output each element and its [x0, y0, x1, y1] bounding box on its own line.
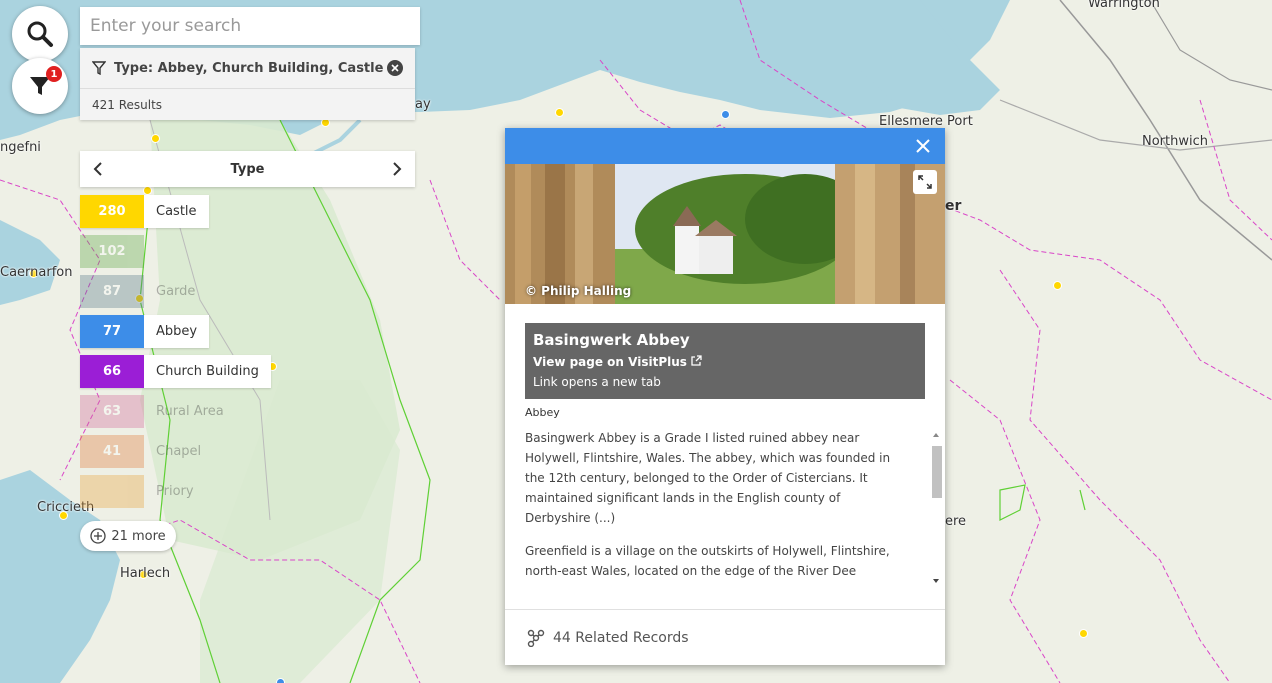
expand-icon	[918, 175, 932, 189]
link-note: Link opens a new tab	[533, 375, 661, 389]
place-label: ay	[415, 97, 431, 112]
more-types-button[interactable]: 21 more	[80, 521, 176, 551]
map-marker[interactable]	[555, 108, 564, 117]
place-label: Warrington	[1088, 0, 1160, 11]
scroll-down-icon[interactable]	[929, 576, 943, 586]
record-category: Abbey	[525, 406, 560, 419]
type-panel-header: Type	[80, 151, 415, 187]
type-item-count: 280	[80, 195, 144, 228]
search-button[interactable]	[12, 6, 68, 62]
type-item-inactive[interactable]: 102	[80, 235, 168, 268]
type-item-label: Rural Area	[156, 404, 224, 419]
type-item-church-building[interactable]: 66 Church Building	[80, 355, 271, 388]
related-records-button[interactable]: 44 Related Records	[505, 609, 945, 665]
active-filters-panel: Type: Abbey, Church Building, Castle 421…	[80, 48, 415, 120]
type-panel-title: Type	[230, 161, 265, 177]
type-item-rural-area[interactable]: 63 Rural Area	[80, 395, 236, 428]
funnel-outline-icon	[92, 61, 106, 75]
expand-image-button[interactable]	[913, 170, 937, 194]
description-paragraph: Greenfield is a village on the outskirts…	[525, 544, 890, 578]
search-icon	[27, 21, 53, 47]
type-item-label	[144, 235, 168, 268]
map-marker[interactable]	[143, 186, 152, 195]
record-title-box: Basingwerk Abbey View page on VisitPlus …	[525, 323, 925, 399]
type-item-label: Church Building	[156, 364, 259, 379]
type-item-abbey[interactable]: 77 Abbey	[80, 315, 210, 348]
type-item-count: 77	[80, 315, 144, 348]
type-item-count: 63	[80, 395, 144, 428]
clear-filter-button[interactable]	[387, 60, 403, 76]
next-category-button[interactable]	[379, 151, 415, 187]
type-item-label: Priory	[156, 484, 194, 499]
place-label: ngefni	[0, 140, 41, 155]
abbey-photo-image	[505, 164, 945, 304]
filter-count-badge: 1	[46, 66, 62, 82]
place-label: ere	[945, 514, 967, 529]
description-paragraph: Basingwerk Abbey is a Grade I listed rui…	[525, 431, 891, 525]
place-label: Caernarfon	[0, 265, 73, 280]
type-item-count	[80, 475, 144, 508]
type-item-count: 66	[80, 355, 144, 388]
type-item-count: 102	[80, 235, 144, 268]
map-marker[interactable]	[1079, 629, 1088, 638]
filter-button[interactable]: 1	[12, 58, 68, 114]
chevron-left-icon	[93, 162, 102, 176]
search-box	[80, 7, 420, 45]
popup-header	[505, 128, 945, 164]
place-label: Northwich	[1142, 134, 1208, 149]
description-scrollbar[interactable]	[929, 428, 943, 588]
record-description[interactable]: Basingwerk Abbey is a Grade I listed rui…	[525, 428, 925, 588]
type-item-count: 41	[80, 435, 144, 468]
place-label: Harlech	[120, 566, 171, 581]
prev-category-button[interactable]	[80, 151, 116, 187]
type-item-priory[interactable]: Priory	[80, 475, 206, 508]
chevron-right-icon	[393, 162, 402, 176]
type-item-label: Castle	[156, 204, 197, 219]
visitplus-link[interactable]: View page on VisitPlus	[533, 355, 917, 369]
plus-circle-icon	[90, 528, 106, 544]
type-filter-chip: Type: Abbey, Church Building, Castle	[80, 48, 415, 89]
record-popup: © Philip Halling Basingwerk Abbey View p…	[505, 128, 945, 665]
visitplus-link-label: View page on VisitPlus	[533, 355, 687, 369]
close-icon	[916, 139, 930, 153]
place-label: Ellesmere Port	[879, 114, 973, 129]
scrollbar-thumb[interactable]	[932, 446, 942, 498]
map-marker[interactable]	[1053, 281, 1062, 290]
type-item-label: Garde	[156, 284, 196, 299]
type-item-castle[interactable]: 280 Castle	[80, 195, 209, 228]
record-photo: © Philip Halling	[505, 164, 945, 304]
type-item-label: Chapel	[156, 444, 202, 459]
more-types-label: 21 more	[111, 528, 166, 544]
type-item-chapel[interactable]: 41 Chapel	[80, 435, 213, 468]
scroll-up-icon[interactable]	[929, 430, 943, 440]
type-item-count: 87	[80, 275, 144, 308]
related-records-label: 44 Related Records	[553, 629, 689, 646]
close-popup-button[interactable]	[913, 136, 933, 156]
type-item-label: Abbey	[156, 324, 198, 339]
map-marker[interactable]	[721, 110, 730, 119]
record-title: Basingwerk Abbey	[533, 331, 690, 349]
type-item-garden[interactable]: 87 Garde	[80, 275, 207, 308]
search-input[interactable]	[80, 7, 410, 45]
network-icon	[527, 629, 545, 647]
place-label: er	[945, 198, 962, 214]
photo-credit: © Philip Halling	[525, 284, 632, 298]
results-count: 421 Results	[92, 98, 163, 112]
map-marker[interactable]	[151, 134, 160, 143]
map-marker[interactable]	[276, 678, 285, 683]
close-icon	[391, 64, 399, 72]
type-filter-label: Type: Abbey, Church Building, Castle	[114, 60, 384, 76]
external-link-icon	[691, 355, 702, 366]
